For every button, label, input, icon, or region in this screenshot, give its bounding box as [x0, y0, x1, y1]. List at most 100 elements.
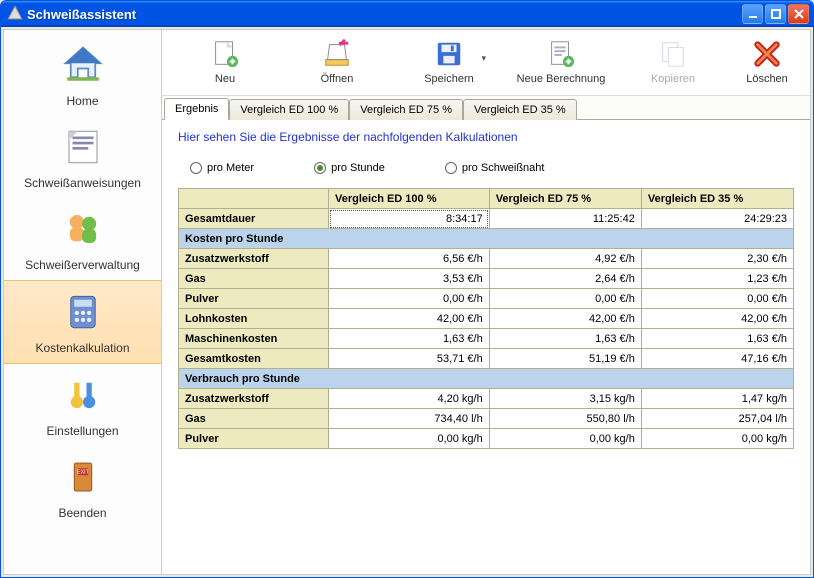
tab-vergleich-100[interactable]: Vergleich ED 100 % [229, 99, 349, 120]
home-icon [62, 44, 104, 86]
sidebar-item-label: Home [66, 94, 98, 108]
table-row: Zusatzwerkstoff4,20 kg/h3,15 kg/h1,47 kg… [179, 389, 794, 409]
cell[interactable]: 4,92 €/h [489, 249, 641, 269]
sidebar-item-einstellungen[interactable]: Einstellungen [4, 364, 161, 446]
cell[interactable]: 2,30 €/h [641, 249, 793, 269]
kopieren-button[interactable]: Kopieren [618, 35, 728, 95]
cell[interactable]: 42,00 €/h [489, 309, 641, 329]
cell[interactable]: 1,63 €/h [329, 329, 490, 349]
section-label: Kosten pro Stunde [179, 229, 794, 249]
cell[interactable]: 0,00 €/h [489, 289, 641, 309]
panel: Hier sehen Sie die Ergebnisse der nachfo… [162, 120, 810, 574]
radio-label: pro Stunde [331, 162, 385, 174]
table-row: Pulver0,00 kg/h0,00 kg/h0,00 kg/h [179, 429, 794, 449]
row-label: Pulver [179, 429, 329, 449]
toolbar-label: Öffnen [321, 73, 354, 85]
cell[interactable]: 6,56 €/h [329, 249, 490, 269]
radio-icon [314, 162, 326, 174]
cell[interactable]: 3,15 kg/h [489, 389, 641, 409]
maximize-button[interactable] [765, 4, 786, 24]
window: Schweißassistent Home Schweißanweisungen [0, 0, 814, 578]
row-label: Gas [179, 269, 329, 289]
cell[interactable]: 0,00 kg/h [641, 429, 793, 449]
cell[interactable]: 1,63 €/h [489, 329, 641, 349]
close-button[interactable] [788, 4, 809, 24]
radio-pro-schweissnaht[interactable]: pro Schweißnaht [445, 162, 545, 174]
toolbar-label: Speichern [424, 73, 474, 85]
copy-icon [658, 39, 688, 69]
section-kosten: Kosten pro Stunde [179, 229, 794, 249]
cell[interactable]: 47,16 €/h [641, 349, 793, 369]
sidebar-item-schweisserverwaltung[interactable]: Schweißerverwaltung [4, 198, 161, 280]
cell[interactable]: 2,64 €/h [489, 269, 641, 289]
col-100: Vergleich ED 100 % [329, 189, 490, 209]
col-75: Vergleich ED 75 % [489, 189, 641, 209]
table-row: Pulver0,00 €/h0,00 €/h0,00 €/h [179, 289, 794, 309]
document-icon [62, 126, 104, 168]
tab-vergleich-35[interactable]: Vergleich ED 35 % [463, 99, 577, 120]
cell[interactable]: 53,71 €/h [329, 349, 490, 369]
row-label: Gas [179, 409, 329, 429]
tab-vergleich-75[interactable]: Vergleich ED 75 % [349, 99, 463, 120]
oeffnen-button[interactable]: Öffnen [282, 35, 392, 95]
cell[interactable]: 11:25:42 [489, 209, 641, 229]
cell[interactable]: 42,00 €/h [329, 309, 490, 329]
row-label: Zusatzwerkstoff [179, 389, 329, 409]
tab-ergebnis[interactable]: Ergebnis [164, 98, 229, 120]
sidebar-item-beenden[interactable]: EXIT Beenden [4, 446, 161, 528]
cell[interactable]: 3,53 €/h [329, 269, 490, 289]
cell[interactable]: 0,00 kg/h [489, 429, 641, 449]
cell[interactable]: 51,19 €/h [489, 349, 641, 369]
cell[interactable]: 1,23 €/h [641, 269, 793, 289]
sidebar-item-label: Schweißanweisungen [24, 176, 141, 190]
window-buttons [742, 4, 809, 24]
cell[interactable]: 550,80 l/h [489, 409, 641, 429]
radio-pro-stunde[interactable]: pro Stunde [314, 162, 385, 174]
cell[interactable]: 257,04 l/h [641, 409, 793, 429]
result-table: Vergleich ED 100 % Vergleich ED 75 % Ver… [178, 188, 794, 449]
neu-button[interactable]: Neu [170, 35, 280, 95]
sidebar: Home Schweißanweisungen Schweißerverwalt… [4, 30, 162, 574]
dropdown-icon[interactable]: ▾ [481, 53, 486, 64]
cell[interactable]: 0,00 €/h [329, 289, 490, 309]
window-title: Schweißassistent [27, 7, 742, 22]
toolbar: Neu Öffnen ▾ Speichern Neue Berechnung K… [162, 30, 810, 96]
svg-text:EXIT: EXIT [77, 470, 89, 476]
sidebar-item-schweissanweisungen[interactable]: Schweißanweisungen [4, 116, 161, 198]
content: Home Schweißanweisungen Schweißerverwalt… [3, 29, 811, 575]
minimize-button[interactable] [742, 4, 763, 24]
table-row: Lohnkosten42,00 €/h42,00 €/h42,00 €/h [179, 309, 794, 329]
settings-icon [62, 374, 104, 416]
people-icon [62, 208, 104, 250]
new-icon [210, 39, 240, 69]
cell[interactable]: 734,40 l/h [329, 409, 490, 429]
section-label: Verbrauch pro Stunde [179, 369, 794, 389]
radio-group: pro Meter pro Stunde pro Schweißnaht [178, 158, 794, 188]
sidebar-item-label: Schweißerverwaltung [25, 258, 140, 272]
radio-pro-meter[interactable]: pro Meter [190, 162, 254, 174]
toolbar-label: Neu [215, 73, 235, 85]
row-label: Pulver [179, 289, 329, 309]
cell[interactable]: 0,00 €/h [641, 289, 793, 309]
cell[interactable]: 1,63 €/h [641, 329, 793, 349]
cell[interactable]: 8:34:17 [329, 209, 490, 229]
sidebar-item-home[interactable]: Home [4, 34, 161, 116]
speichern-button[interactable]: ▾ Speichern [394, 35, 504, 95]
radio-icon [445, 162, 457, 174]
col-empty [179, 189, 329, 209]
cell[interactable]: 4,20 kg/h [329, 389, 490, 409]
row-label: Gesamtkosten [179, 349, 329, 369]
col-35: Vergleich ED 35 % [641, 189, 793, 209]
cell[interactable]: 42,00 €/h [641, 309, 793, 329]
cell[interactable]: 1,47 kg/h [641, 389, 793, 409]
row-label: Maschinenkosten [179, 329, 329, 349]
row-gesamtdauer: Gesamtdauer 8:34:17 11:25:42 24:29:23 [179, 209, 794, 229]
sidebar-item-kostenkalkulation[interactable]: Kostenkalkulation [4, 280, 161, 364]
neueberechnung-button[interactable]: Neue Berechnung [506, 35, 616, 95]
loeschen-button[interactable]: Löschen [732, 35, 802, 95]
radio-label: pro Schweißnaht [462, 162, 545, 174]
cell[interactable]: 24:29:23 [641, 209, 793, 229]
cell[interactable]: 0,00 kg/h [329, 429, 490, 449]
toolbar-label: Kopieren [651, 73, 695, 85]
new-calc-icon [546, 39, 576, 69]
